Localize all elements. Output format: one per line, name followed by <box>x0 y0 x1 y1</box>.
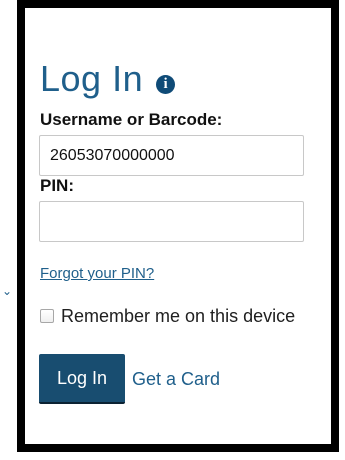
page-title: Log In <box>40 58 144 99</box>
login-form-panel: Log In i Username or Barcode: PIN: Forgo… <box>39 8 331 444</box>
checkbox-icon[interactable] <box>40 309 54 323</box>
caret-mark: ⌄ <box>2 284 13 298</box>
info-icon[interactable]: i <box>156 75 176 94</box>
username-label: Username or Barcode: <box>40 110 223 129</box>
login-page: ⌄ Log In i Username or Barcode: PIN: For… <box>0 0 345 460</box>
login-actions: Log In Get a Card <box>39 354 331 404</box>
title-row: Log In i <box>40 54 331 104</box>
pin-label: PIN: <box>40 176 74 195</box>
login-card-frame: Log In i Username or Barcode: PIN: Forgo… <box>17 0 339 452</box>
remember-label: Remember me on this device <box>61 306 296 326</box>
remember-me-row[interactable]: Remember me on this device <box>39 304 331 328</box>
username-input[interactable] <box>39 135 304 176</box>
pin-input[interactable] <box>39 201 304 242</box>
forgot-pin-link[interactable]: Forgot your PIN? <box>40 264 154 284</box>
get-card-link[interactable]: Get a Card <box>132 368 220 390</box>
login-button[interactable]: Log In <box>39 354 125 404</box>
